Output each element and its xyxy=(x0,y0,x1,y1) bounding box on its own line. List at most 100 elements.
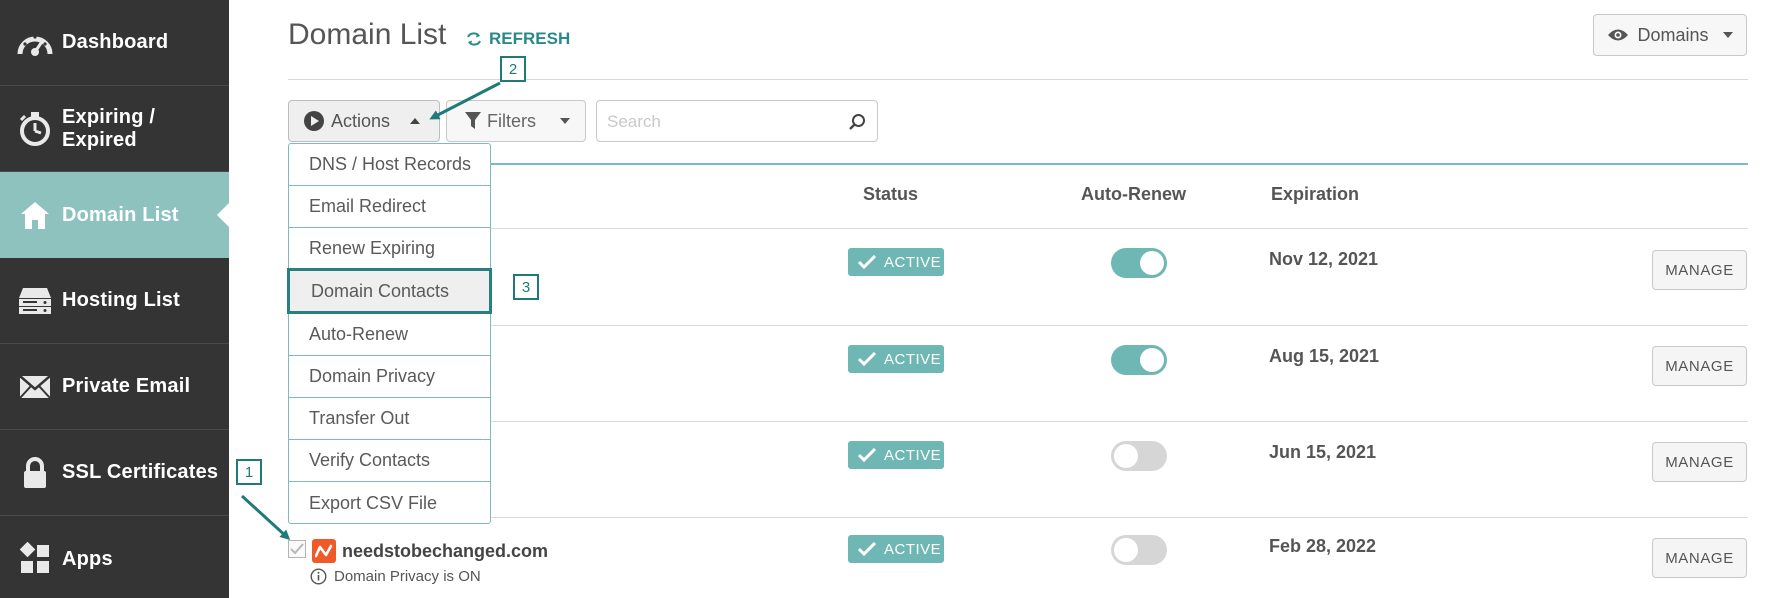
privacy-note: Domain Privacy is ON xyxy=(310,568,481,585)
sidebar: Dashboard Expiring / Expired Domain List… xyxy=(0,0,229,598)
annotation-callout-1: 1 xyxy=(236,459,262,485)
chevron-down-icon xyxy=(560,118,570,124)
checkmark-icon xyxy=(858,352,876,366)
toggle-knob xyxy=(1114,538,1138,562)
chevron-up-icon xyxy=(410,118,421,124)
expiration-date: Jun 15, 2021 xyxy=(1269,442,1377,462)
menu-item-dns-host-records[interactable]: DNS / Host Records xyxy=(289,144,490,186)
actions-label: Actions xyxy=(331,110,391,131)
app-window: Dashboard Expiring / Expired Domain List… xyxy=(0,0,1768,598)
column-header-auto-renew[interactable]: Auto-Renew xyxy=(1081,184,1186,205)
server-icon xyxy=(16,283,54,319)
sidebar-item-hosting-list[interactable]: Hosting List xyxy=(0,258,229,344)
checkmark-icon xyxy=(858,255,876,269)
expiration-date: Feb 28, 2022 xyxy=(1269,536,1377,556)
checkmark-icon xyxy=(290,543,304,555)
menu-item-renew-expiring[interactable]: Renew Expiring xyxy=(289,228,490,270)
status-badge: ACTIVE xyxy=(848,535,944,563)
apps-grid-icon xyxy=(16,541,54,577)
manage-button[interactable]: MANAGE xyxy=(1652,250,1747,290)
search-box xyxy=(596,100,878,142)
annotation-callout-2: 2 xyxy=(500,56,526,82)
auto-renew-toggle[interactable] xyxy=(1111,535,1167,565)
row-divider xyxy=(490,421,1748,422)
manage-button[interactable]: MANAGE xyxy=(1652,346,1747,386)
auto-renew-toggle[interactable] xyxy=(1111,248,1167,278)
row-divider xyxy=(490,325,1748,326)
domain-name-link[interactable]: needstobechanged.com xyxy=(342,541,548,562)
filter-icon xyxy=(465,112,481,129)
sidebar-item-label: SSL Certificates xyxy=(62,461,219,483)
filters-label: Filters xyxy=(487,110,536,131)
info-icon xyxy=(310,568,327,585)
status-text: ACTIVE xyxy=(884,540,942,558)
sidebar-item-apps[interactable]: Apps xyxy=(0,516,229,598)
checkmark-icon xyxy=(858,448,876,462)
expiration-date: Aug 15, 2021 xyxy=(1269,346,1380,366)
table-header-rule xyxy=(490,163,1748,165)
sidebar-item-label: Apps xyxy=(62,547,113,570)
row-divider xyxy=(490,517,1748,518)
lock-icon xyxy=(16,455,54,491)
status-badge: ACTIVE xyxy=(848,345,944,373)
menu-item-domain-contacts[interactable]: Domain Contacts xyxy=(287,268,492,314)
actions-button[interactable]: Actions xyxy=(288,100,440,142)
sidebar-item-ssl-certificates[interactable]: SSL Certificates xyxy=(0,430,229,516)
sidebar-item-label: Domain List xyxy=(62,203,179,226)
annotation-arrows xyxy=(240,81,501,541)
play-circle-icon xyxy=(304,111,324,131)
toggle-knob xyxy=(1140,251,1164,275)
privacy-note-text: Domain Privacy is ON xyxy=(334,568,481,585)
status-text: ACTIVE xyxy=(884,253,942,271)
stopwatch-icon xyxy=(16,111,54,147)
column-header-expiration[interactable]: Expiration xyxy=(1271,184,1359,205)
chevron-down-icon xyxy=(1722,32,1733,38)
menu-item-email-redirect[interactable]: Email Redirect xyxy=(289,186,490,228)
sidebar-item-label: Private Email xyxy=(62,375,191,397)
status-text: ACTIVE xyxy=(884,350,942,368)
row-checkbox[interactable] xyxy=(288,540,306,558)
sidebar-item-label: Hosting List xyxy=(62,289,180,311)
domains-view-dropdown[interactable]: Domains xyxy=(1593,14,1747,56)
auto-renew-toggle[interactable] xyxy=(1111,441,1167,471)
auto-renew-toggle[interactable] xyxy=(1111,345,1167,375)
sidebar-item-private-email[interactable]: Private Email xyxy=(0,344,229,430)
refresh-icon xyxy=(467,32,481,46)
actions-dropdown-menu: DNS / Host Records Email Redirect Renew … xyxy=(287,143,492,524)
filters-button[interactable]: Filters xyxy=(446,100,586,142)
home-icon xyxy=(16,197,54,233)
refresh-button[interactable]: REFRESH xyxy=(465,29,570,49)
search-icon[interactable] xyxy=(847,112,867,132)
domains-view-label: Domains xyxy=(1637,24,1709,45)
refresh-label: REFRESH xyxy=(489,29,571,48)
eye-icon xyxy=(1608,29,1629,41)
column-header-status[interactable]: Status xyxy=(863,184,918,205)
checkmark-icon xyxy=(858,542,876,556)
manage-button[interactable]: MANAGE xyxy=(1652,442,1747,482)
sidebar-item-dashboard[interactable]: Dashboard xyxy=(0,0,229,86)
namecheap-logo-icon xyxy=(312,539,336,563)
manage-button[interactable]: MANAGE xyxy=(1652,538,1747,578)
status-badge: ACTIVE xyxy=(848,248,944,276)
sidebar-item-label: Dashboard xyxy=(62,31,169,53)
dashboard-gauge-icon xyxy=(16,25,54,61)
menu-item-transfer-out[interactable]: Transfer Out xyxy=(289,398,490,440)
status-text: ACTIVE xyxy=(884,446,942,464)
sidebar-item-expiring[interactable]: Expiring / Expired xyxy=(0,86,229,172)
menu-item-verify-contacts[interactable]: Verify Contacts xyxy=(289,440,490,482)
toggle-knob xyxy=(1140,348,1164,372)
menu-item-domain-privacy[interactable]: Domain Privacy xyxy=(289,356,490,398)
toggle-knob xyxy=(1114,444,1138,468)
page-title: Domain List xyxy=(288,18,447,51)
sidebar-item-label: Expiring / Expired xyxy=(62,105,156,151)
expiration-date: Nov 12, 2021 xyxy=(1269,249,1379,269)
annotation-arrow-1 xyxy=(240,494,291,541)
menu-item-auto-renew[interactable]: Auto-Renew xyxy=(289,314,490,356)
status-badge: ACTIVE xyxy=(848,441,944,469)
row-divider xyxy=(490,228,1748,229)
annotation-callout-3: 3 xyxy=(513,274,539,300)
sidebar-item-domain-list[interactable]: Domain List xyxy=(0,172,229,258)
menu-item-export-csv-file[interactable]: Export CSV File xyxy=(289,482,490,524)
envelope-icon xyxy=(16,369,54,405)
search-input[interactable] xyxy=(607,109,827,135)
